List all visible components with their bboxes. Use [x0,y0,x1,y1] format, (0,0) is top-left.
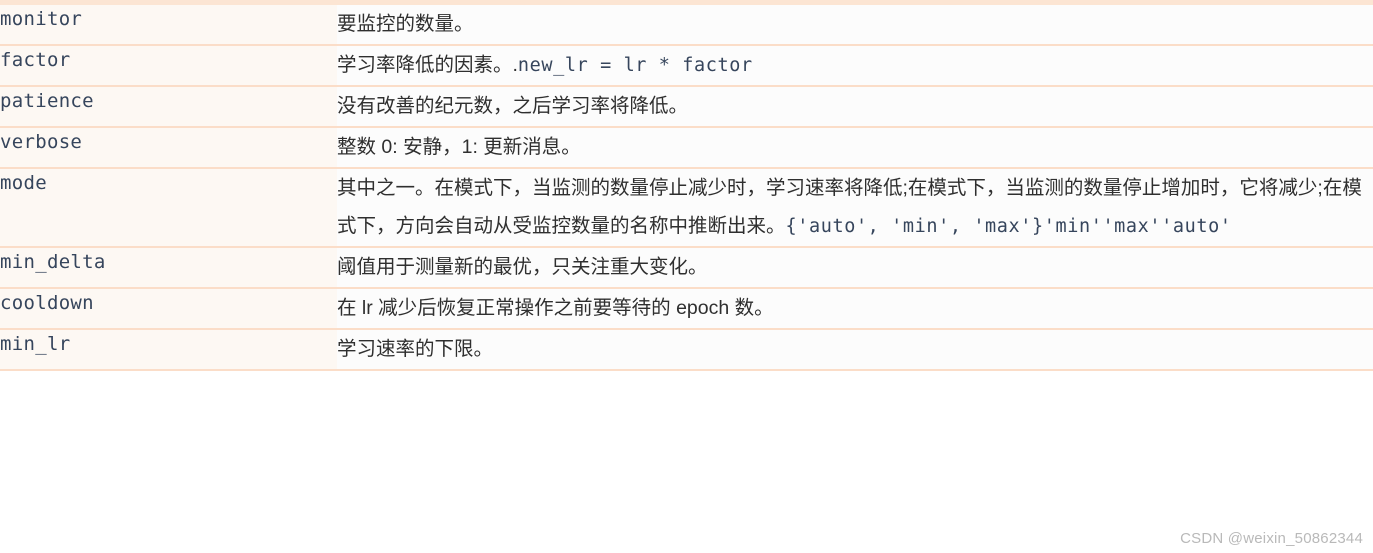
parameter-name-cell: factor [0,45,337,87]
parameter-description: 阈值用于测量新的最优，只关注重大变化。 [337,248,1373,287]
description-text: 没有改善的纪元数，之后学习率将降低。 [337,95,689,117]
parameter-name: monitor [0,8,83,30]
parameter-name-cell: verbose [0,127,337,169]
parameter-name-cell: mode [0,168,337,248]
parameter-name: min_delta [0,251,106,273]
parameter-name: mode [0,172,47,194]
description-text: 要监控的数量。 [337,13,474,35]
table-row: verbose 整数 0: 安静，1: 更新消息。 [0,127,1373,169]
parameter-description-cell: 阈值用于测量新的最优，只关注重大变化。 [337,247,1373,289]
parameter-name: factor [0,49,71,71]
parameter-name-cell: min_lr [0,329,337,370]
description-text: 在 lr 减少后恢复正常操作之前要等待的 epoch 数。 [337,297,774,319]
parameter-description-cell: 在 lr 减少后恢复正常操作之前要等待的 epoch 数。 [337,288,1373,330]
parameter-name-cell: cooldown [0,288,337,330]
table-row: monitor 要监控的数量。 [0,2,1373,46]
parameter-description-cell: 要监控的数量。 [337,2,1373,46]
parameter-description: 学习率降低的因素。.new_lr = lr * factor [337,46,1373,85]
table-row: patience 没有改善的纪元数，之后学习率将降低。 [0,86,1373,128]
description-text: 阈值用于测量新的最优，只关注重大变化。 [337,256,708,278]
table-row: min_delta 阈值用于测量新的最优，只关注重大变化。 [0,247,1373,289]
parameter-description: 在 lr 减少后恢复正常操作之前要等待的 epoch 数。 [337,289,1373,328]
inline-code: {'auto', 'min', 'max'}'min''max''auto' [785,216,1232,237]
csdn-watermark: CSDN @weixin_50862344 [1180,530,1363,547]
table-row: factor 学习率降低的因素。.new_lr = lr * factor [0,45,1373,87]
parameter-description-cell: 没有改善的纪元数，之后学习率将降低。 [337,86,1373,128]
parameter-name-cell: monitor [0,2,337,46]
table-row: mode 其中之一。在模式下，当监测的数量停止减少时，学习速率将降低;在模式下，… [0,168,1373,248]
description-text: 整数 0: 安静，1: 更新消息。 [337,136,581,158]
description-text: 学习速率的下限。 [337,338,494,360]
parameter-description-cell: 学习速率的下限。 [337,329,1373,370]
inline-code: new_lr = lr * factor [517,55,753,76]
parameter-name: verbose [0,131,83,153]
parameter-name-cell: min_delta [0,247,337,289]
description-text: 学习率降低的因素。. [337,54,518,76]
parameters-table: monitor 要监控的数量。 factor 学习率降低的因素。.new_lr … [0,0,1373,371]
parameter-description: 没有改善的纪元数，之后学习率将降低。 [337,87,1373,126]
parameter-description-cell: 其中之一。在模式下，当监测的数量停止减少时，学习速率将降低;在模式下，当监测的数… [337,168,1373,248]
parameter-name-cell: patience [0,86,337,128]
table-row: cooldown 在 lr 减少后恢复正常操作之前要等待的 epoch 数。 [0,288,1373,330]
parameter-description: 其中之一。在模式下，当监测的数量停止减少时，学习速率将降低;在模式下，当监测的数… [337,169,1373,246]
table-row: min_lr 学习速率的下限。 [0,329,1373,370]
parameter-description-cell: 整数 0: 安静，1: 更新消息。 [337,127,1373,169]
parameter-name: patience [0,90,94,112]
parameter-name: cooldown [0,292,94,314]
parameter-description-cell: 学习率降低的因素。.new_lr = lr * factor [337,45,1373,87]
parameter-description: 要监控的数量。 [337,5,1373,44]
parameter-description: 整数 0: 安静，1: 更新消息。 [337,128,1373,167]
parameter-description: 学习速率的下限。 [337,330,1373,369]
parameter-name: min_lr [0,333,71,355]
parameters-table-body: monitor 要监控的数量。 factor 学习率降低的因素。.new_lr … [0,2,1373,370]
